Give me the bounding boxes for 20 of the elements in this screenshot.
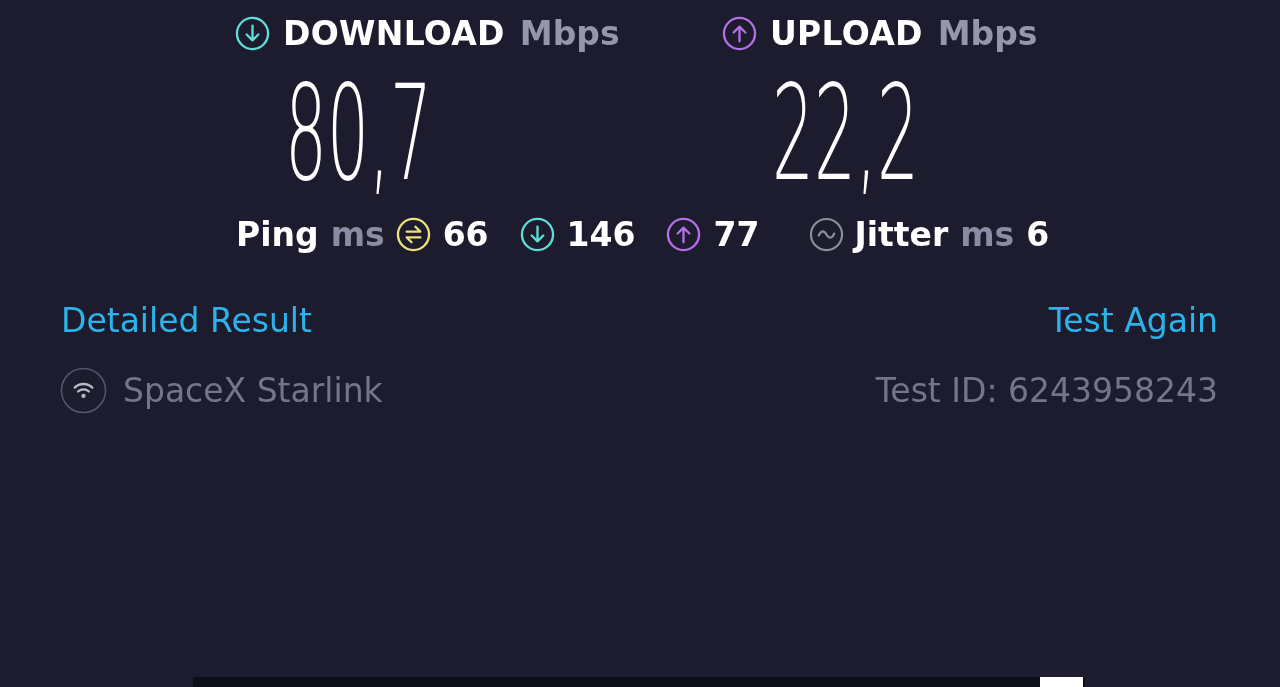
provider-name: SpaceX Starlink	[123, 370, 383, 410]
text-link[interactable]: Test Again	[1048, 300, 1218, 340]
ping-value: 77	[713, 214, 760, 254]
result-title: UPLOAD	[770, 13, 923, 53]
ping-value: 66	[442, 214, 489, 254]
speed-value: 22,2	[772, 67, 919, 199]
result-title: DOWNLOAD	[283, 13, 505, 53]
ping-value: 146	[566, 214, 636, 254]
unit-text: ms	[960, 214, 1015, 254]
unit-text: Mbps	[519, 13, 620, 53]
unit-text: Mbps	[937, 13, 1038, 53]
test-id: Test ID: 6243958243	[875, 370, 1218, 410]
jitter-value: 6	[1026, 214, 1050, 254]
text-link[interactable]: Detailed Result	[61, 300, 312, 340]
wifi-icon	[60, 366, 107, 414]
speed-value: 80,7	[285, 67, 432, 199]
wave-icon	[809, 216, 845, 252]
jitter-label: Jitter	[854, 214, 949, 254]
ping-label: Ping	[236, 214, 319, 254]
unit-text: ms	[330, 214, 385, 254]
